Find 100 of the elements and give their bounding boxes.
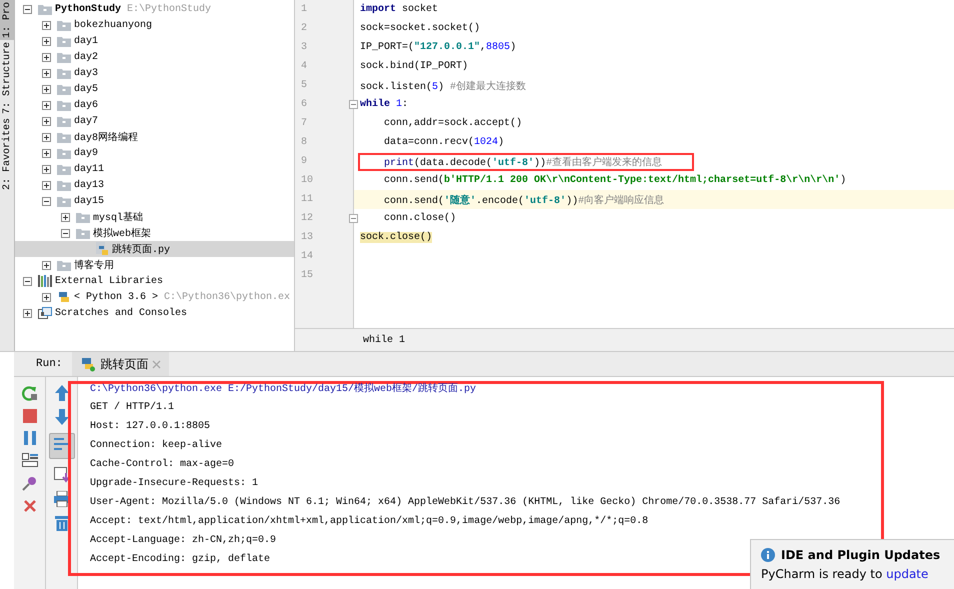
line-number: 5 xyxy=(301,80,308,91)
tree-item-label: day5 xyxy=(74,84,98,94)
folder-icon xyxy=(57,100,71,110)
tree-item-label: day15 xyxy=(74,196,104,206)
expand-icon[interactable] xyxy=(42,20,51,30)
tree-item-label: day7 xyxy=(74,116,98,126)
expand-icon[interactable] xyxy=(42,132,51,142)
console-line: Accept-Encoding: gzip, deflate xyxy=(90,552,270,567)
line-number: 13 xyxy=(301,232,314,243)
fold-marker-icon[interactable] xyxy=(349,100,358,109)
folder-icon xyxy=(57,260,71,270)
expand-icon[interactable] xyxy=(61,212,70,222)
tree-item-label: day11 xyxy=(74,164,104,174)
collapse-icon[interactable] xyxy=(23,4,32,14)
line-number: 2 xyxy=(301,23,308,34)
tree-item-label: mysql基础 xyxy=(93,210,144,224)
scratches-icon xyxy=(38,307,52,319)
pin-icon[interactable] xyxy=(22,475,38,491)
tree-item[interactable]: day7 xyxy=(15,113,294,129)
run-label: Run: xyxy=(36,358,62,370)
notification-text: PyCharm is ready to update xyxy=(761,567,930,581)
tree-item[interactable]: mysql基础 xyxy=(15,209,294,225)
expand-icon[interactable] xyxy=(23,308,32,318)
expand-icon[interactable] xyxy=(42,68,51,78)
folder-icon xyxy=(57,20,71,30)
rerun-icon[interactable] xyxy=(22,385,38,401)
line-number: 4 xyxy=(301,61,308,72)
tree-item[interactable]: day8网络编程 xyxy=(15,129,294,145)
tool-window-tab[interactable]: 2: Favorites xyxy=(0,116,14,192)
tree-item[interactable]: day11 xyxy=(15,161,294,177)
libraries-icon xyxy=(38,275,52,287)
tree-item-label: PythonStudy xyxy=(55,4,122,14)
code-line: conn.send('随意'.encode('utf-8'))#向客户端响应信息 xyxy=(383,194,666,208)
line-number: 10 xyxy=(301,175,314,186)
tree-item-label: day2 xyxy=(74,52,98,62)
expand-icon[interactable] xyxy=(42,52,51,62)
tree-item[interactable]: External Libraries xyxy=(15,273,294,289)
expand-icon[interactable] xyxy=(42,36,51,46)
code-line: sock.listen(5) #创建最大连接数 xyxy=(359,80,528,94)
tree-item[interactable]: 跳转页面.py xyxy=(15,241,294,257)
tree-item-label: day8网络编程 xyxy=(74,130,138,144)
tree-item-label: Scratches and Consoles xyxy=(55,308,188,318)
line-number: 12 xyxy=(301,213,314,224)
collapse-icon[interactable] xyxy=(61,228,70,238)
tool-window-tab[interactable]: 1: Pro xyxy=(0,0,14,40)
breadcrumb[interactable]: while 1 xyxy=(363,334,406,346)
up-arrow-icon[interactable] xyxy=(54,385,68,401)
code-line: data=conn.recv(1024) xyxy=(383,136,506,150)
folder-icon xyxy=(57,148,71,158)
tree-item[interactable]: 模拟web框架 xyxy=(15,225,294,241)
tree-item[interactable]: < Python 3.6 > C:\Python36\python.ex xyxy=(15,289,294,305)
code-line: sock.bind(IP_PORT) xyxy=(359,60,470,74)
folder-icon xyxy=(57,132,71,142)
down-arrow-icon[interactable] xyxy=(54,409,68,425)
console-line: Accept: text/html,application/xhtml+xml,application/xml;q=0.9,image/webp,image/apng,*/*;q=0.8 xyxy=(90,514,648,529)
tree-item[interactable]: bokezhuanyong xyxy=(15,17,294,33)
tree-item[interactable]: day15 xyxy=(15,193,294,209)
code-line: conn.send(b'HTTP/1.1 200 OK\r\nContent-Type:text/html;charset=utf-8\r\n\r\n') xyxy=(383,174,848,188)
line-number: 1 xyxy=(301,4,308,15)
tree-item[interactable]: day2 xyxy=(15,49,294,65)
tree-item[interactable]: 博客专用 xyxy=(15,257,294,273)
update-link[interactable]: update xyxy=(886,567,928,581)
fold-marker-icon[interactable] xyxy=(349,214,358,223)
tree-item-label: 跳转页面.py xyxy=(112,242,170,256)
expand-icon[interactable] xyxy=(42,292,51,302)
layout-icon[interactable] xyxy=(22,453,38,467)
tree-item[interactable]: day9 xyxy=(15,145,294,161)
tree-item[interactable]: day13 xyxy=(15,177,294,193)
code-line: while 1: xyxy=(359,98,410,112)
expand-icon[interactable] xyxy=(42,148,51,158)
python-file-icon xyxy=(95,242,109,256)
line-number: 9 xyxy=(301,156,308,167)
folder-icon xyxy=(38,4,52,14)
pause-icon[interactable] xyxy=(24,431,36,445)
tree-item[interactable]: Scratches and Consoles xyxy=(15,305,294,321)
expand-icon[interactable] xyxy=(42,180,51,190)
collapse-icon[interactable] xyxy=(23,276,32,286)
tree-item[interactable]: PythonStudy E:\PythonStudy xyxy=(15,1,294,17)
console-line: Accept-Language: zh-CN,zh;q=0.9 xyxy=(90,534,276,548)
expand-icon[interactable] xyxy=(42,100,51,110)
line-number: 6 xyxy=(301,99,308,110)
soft-wrap-icon xyxy=(54,437,70,451)
tree-item-label: External Libraries xyxy=(55,276,164,286)
print-icon[interactable] xyxy=(54,491,70,507)
expand-icon[interactable] xyxy=(42,164,51,174)
expand-icon[interactable] xyxy=(42,260,51,270)
tool-window-tab[interactable]: 7: Structure xyxy=(0,40,14,116)
tree-item[interactable]: day6 xyxy=(15,97,294,113)
expand-icon[interactable] xyxy=(42,116,51,126)
close-icon[interactable] xyxy=(22,499,36,513)
tree-item-label: day3 xyxy=(74,68,98,78)
run-tab[interactable]: 跳转页面 xyxy=(72,352,170,376)
trash-icon[interactable] xyxy=(54,515,68,531)
expand-icon[interactable] xyxy=(42,84,51,94)
stop-icon[interactable] xyxy=(22,409,36,423)
tree-item[interactable]: day1 xyxy=(15,33,294,49)
collapse-icon[interactable] xyxy=(42,196,51,206)
scroll-to-end-icon[interactable] xyxy=(54,467,70,483)
tree-item[interactable]: day3 xyxy=(15,65,294,81)
tree-item[interactable]: day5 xyxy=(15,81,294,97)
